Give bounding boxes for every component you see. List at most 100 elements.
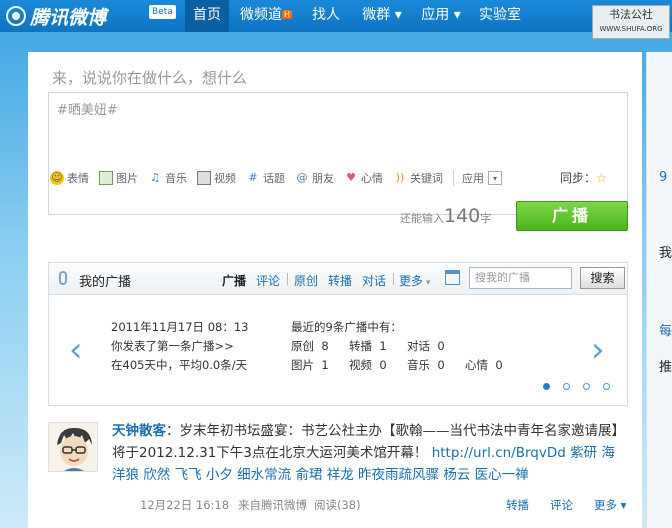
remain-prefix: 还能输入 <box>400 212 444 225</box>
tab-comments[interactable]: 评论 <box>256 272 280 289</box>
post-source[interactable]: 来自腾讯微博 <box>238 497 307 513</box>
post-time[interactable]: 12月22日 16:18 <box>140 497 229 513</box>
tab-broadcast[interactable]: 广播 <box>222 272 246 289</box>
tab-more[interactable]: 更多 ▾ <box>399 272 430 289</box>
first-post-link[interactable]: 你发表了第一条广播>> <box>111 338 234 354</box>
compose-text: #晒美妞# <box>57 103 118 118</box>
avatar-cartoon-icon <box>49 423 97 471</box>
feed-search-input[interactable]: 搜我的广播 <box>469 267 572 289</box>
my-broadcast-panel: 我的广播 广播 评论 原创 转播 对话 更多 ▾ 搜我的广播 搜索 ‹ › 20… <box>28 240 642 528</box>
next-arrow-icon[interactable]: › <box>591 333 605 367</box>
stat-label: 图片 <box>291 358 314 372</box>
rss-icon: )) <box>395 171 405 184</box>
nav-lab[interactable]: 实验室 <box>474 0 526 32</box>
remain-count: 140 <box>444 205 481 227</box>
apps-dropdown[interactable]: 应用 ▾ <box>453 170 505 186</box>
friend-tool[interactable]: @ 朋友 <box>295 170 335 186</box>
smiley-icon: ☺ <box>50 171 64 185</box>
topic-tool[interactable]: # 话题 <box>246 170 285 186</box>
carousel-dot[interactable] <box>543 383 550 390</box>
nav-channel-label: 微频道 <box>239 7 282 23</box>
more-action[interactable]: 更多 ▾ <box>594 497 626 513</box>
friend-label: 朋友 <box>312 172 334 185</box>
stat-music[interactable]: 音乐 0 <box>407 357 445 373</box>
feed-title: 我的广播 <box>79 275 132 290</box>
compose-prompt: 来，说说你在做什么，想什么 <box>52 69 248 87</box>
stat-label: 视频 <box>349 358 372 372</box>
chevron-down-icon: ▾ <box>423 278 431 288</box>
carousel-dot[interactable] <box>563 383 570 390</box>
heart-icon: ♥ <box>346 171 356 184</box>
sync-label: 同步： <box>560 171 597 185</box>
music-label: 音乐 <box>165 172 187 185</box>
feed-header: 我的广播 广播 评论 原创 转播 对话 更多 ▾ 搜我的广播 搜索 <box>48 262 628 294</box>
avatar[interactable] <box>48 422 98 472</box>
beta-badge: Beta <box>149 5 176 19</box>
sync-option[interactable]: 同步：☆ <box>560 169 607 186</box>
carousel-dot[interactable] <box>583 383 590 390</box>
feed-search-button[interactable]: 搜索 <box>580 267 625 289</box>
stat-original[interactable]: 原创 8 <box>291 338 329 354</box>
mood-tool[interactable]: ♥ 心情 <box>344 170 383 186</box>
keyword-label: 关键词 <box>410 172 443 185</box>
tab-dialogue[interactable]: 对话 <box>362 272 386 289</box>
stat-video[interactable]: 视频 0 <box>349 357 387 373</box>
music-tool[interactable]: ♫ 音乐 <box>148 170 187 186</box>
tab-original[interactable]: 原创 <box>294 272 318 289</box>
watermark-url: WWW.SHUFA.ORG <box>599 25 663 33</box>
stat-repost[interactable]: 转播 1 <box>349 338 387 354</box>
nav-apps-label: 应用 ▾ <box>421 7 461 23</box>
topic-label: 话题 <box>263 172 285 185</box>
nav-groups[interactable]: 微群 ▾ <box>357 0 407 32</box>
post-read-count: 阅读(38) <box>314 498 361 512</box>
stat-value: 0 <box>379 358 387 372</box>
prev-arrow-icon[interactable]: ‹ <box>69 333 83 367</box>
right-panel-item[interactable]: 每 <box>659 320 672 339</box>
stat-label: 原创 <box>291 339 314 353</box>
nav-find-people[interactable]: 找人 <box>304 0 348 32</box>
nav-apps[interactable]: 应用 ▾ <box>416 0 466 32</box>
post-username[interactable]: 天钟散客 <box>112 423 166 439</box>
stat-dialogue[interactable]: 对话 0 <box>407 338 445 354</box>
mood-label: 心情 <box>361 172 383 185</box>
carousel-dot[interactable] <box>603 383 610 390</box>
nav-channel[interactable]: 微频道 H <box>237 0 295 32</box>
comment-action[interactable]: 评论 <box>550 497 573 513</box>
stat-image[interactable]: 图片 1 <box>291 357 329 373</box>
average-posts: 在405天中，平均0.0条/天 <box>111 358 248 372</box>
image-label: 图片 <box>116 172 138 185</box>
remain-suffix: 字 <box>480 212 492 225</box>
right-panel-item[interactable]: 9 <box>659 170 667 185</box>
compose-textarea[interactable]: #晒美妞# <box>48 92 628 215</box>
post-content: 天钟散客：岁末年初书坛盛宴：书艺公社主办【歌翰——当代书法中青年名家邀请展】将于… <box>112 420 624 486</box>
right-panel-item[interactable]: 推 <box>659 356 672 375</box>
stat-value: 0 <box>437 339 445 353</box>
recent-summary: 最近的9条广播中有： <box>291 320 402 334</box>
watermark-title: 书法公社 <box>609 8 653 21</box>
stat-value: 1 <box>321 358 329 372</box>
hot-badge: H <box>281 10 292 19</box>
compose-toolbar: ☺ 表情 图片 ♫ 音乐 视频 # 话题 @ 朋友 ♥ 心情 )) 关键词 应用 ▾ <box>50 168 626 188</box>
microphone-icon <box>59 271 67 285</box>
emoji-tool[interactable]: ☺ 表情 <box>50 170 89 186</box>
divider <box>287 273 288 285</box>
image-tool[interactable]: 图片 <box>99 170 138 186</box>
logo[interactable]: 腾讯微博 <box>6 4 107 29</box>
video-tool[interactable]: 视频 <box>197 170 236 186</box>
music-icon: ♫ <box>150 171 160 184</box>
logo-text: 腾讯微博 <box>30 6 107 29</box>
post-link[interactable]: http://url.cn/BrqvDd <box>432 445 566 461</box>
keyword-tool[interactable]: )) 关键词 <box>393 170 443 186</box>
broadcast-button[interactable]: 广播 <box>516 201 628 231</box>
repost-action[interactable]: 转播 <box>506 497 529 513</box>
top-navbar: 腾讯微博 Beta 首页 微频道 H 找人 微群 ▾ 应用 ▾ 实验室 书法公社 … <box>0 0 672 39</box>
calendar-icon[interactable] <box>445 270 460 285</box>
nav-home[interactable]: 首页 <box>185 0 229 32</box>
video-label: 视频 <box>214 172 236 185</box>
tab-more-label: 更多 <box>399 274 424 288</box>
tab-repost[interactable]: 转播 <box>328 272 352 289</box>
right-panel-item[interactable]: 我 <box>659 242 672 261</box>
stat-mood[interactable]: 心情 0 <box>465 357 503 373</box>
compose-box: 来，说说你在做什么，想什么 #晒美妞# ☺ 表情 图片 ♫ 音乐 视频 # 话题 @ 朋… <box>28 52 642 240</box>
char-counter: 还能输入140字 <box>400 205 491 227</box>
